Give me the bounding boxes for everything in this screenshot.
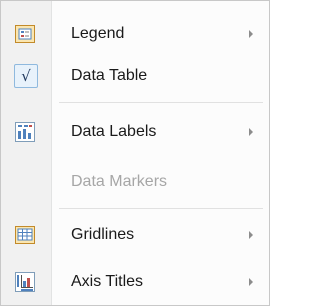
menu-item-label: Legend [71, 25, 125, 42]
chart-elements-menu: Legend √ Data Table Data Labels Data Mar… [0, 0, 270, 306]
menu-item-label: Gridlines [71, 226, 135, 243]
menu-item-label: Data Labels [71, 123, 157, 140]
gridlines-icon [15, 225, 35, 245]
menu-item-legend[interactable]: Legend [1, 15, 269, 53]
menu-item-data-labels[interactable]: Data Labels [1, 113, 269, 151]
axis-titles-icon [15, 272, 35, 292]
submenu-arrow-icon [249, 30, 253, 38]
submenu-arrow-icon [249, 128, 253, 136]
submenu-arrow-icon [249, 278, 253, 286]
menu-item-data-markers: Data Markers [1, 163, 269, 201]
menu-separator [59, 208, 263, 209]
menu-item-axis-titles[interactable]: Axis Titles [1, 263, 269, 301]
data-labels-icon [15, 122, 35, 142]
menu-item-label: Data Markers [71, 173, 168, 190]
menu-item-label: Axis Titles [71, 273, 144, 290]
menu-item-label: Data Table [71, 67, 148, 84]
submenu-arrow-icon [249, 231, 253, 239]
menu-item-gridlines[interactable]: Gridlines [1, 216, 269, 254]
menu-separator [59, 102, 263, 103]
checkmark-icon: √ [21, 67, 31, 85]
checked-indicator: √ [14, 64, 38, 88]
legend-icon [15, 24, 35, 44]
menu-item-data-table[interactable]: √ Data Table [1, 57, 269, 95]
